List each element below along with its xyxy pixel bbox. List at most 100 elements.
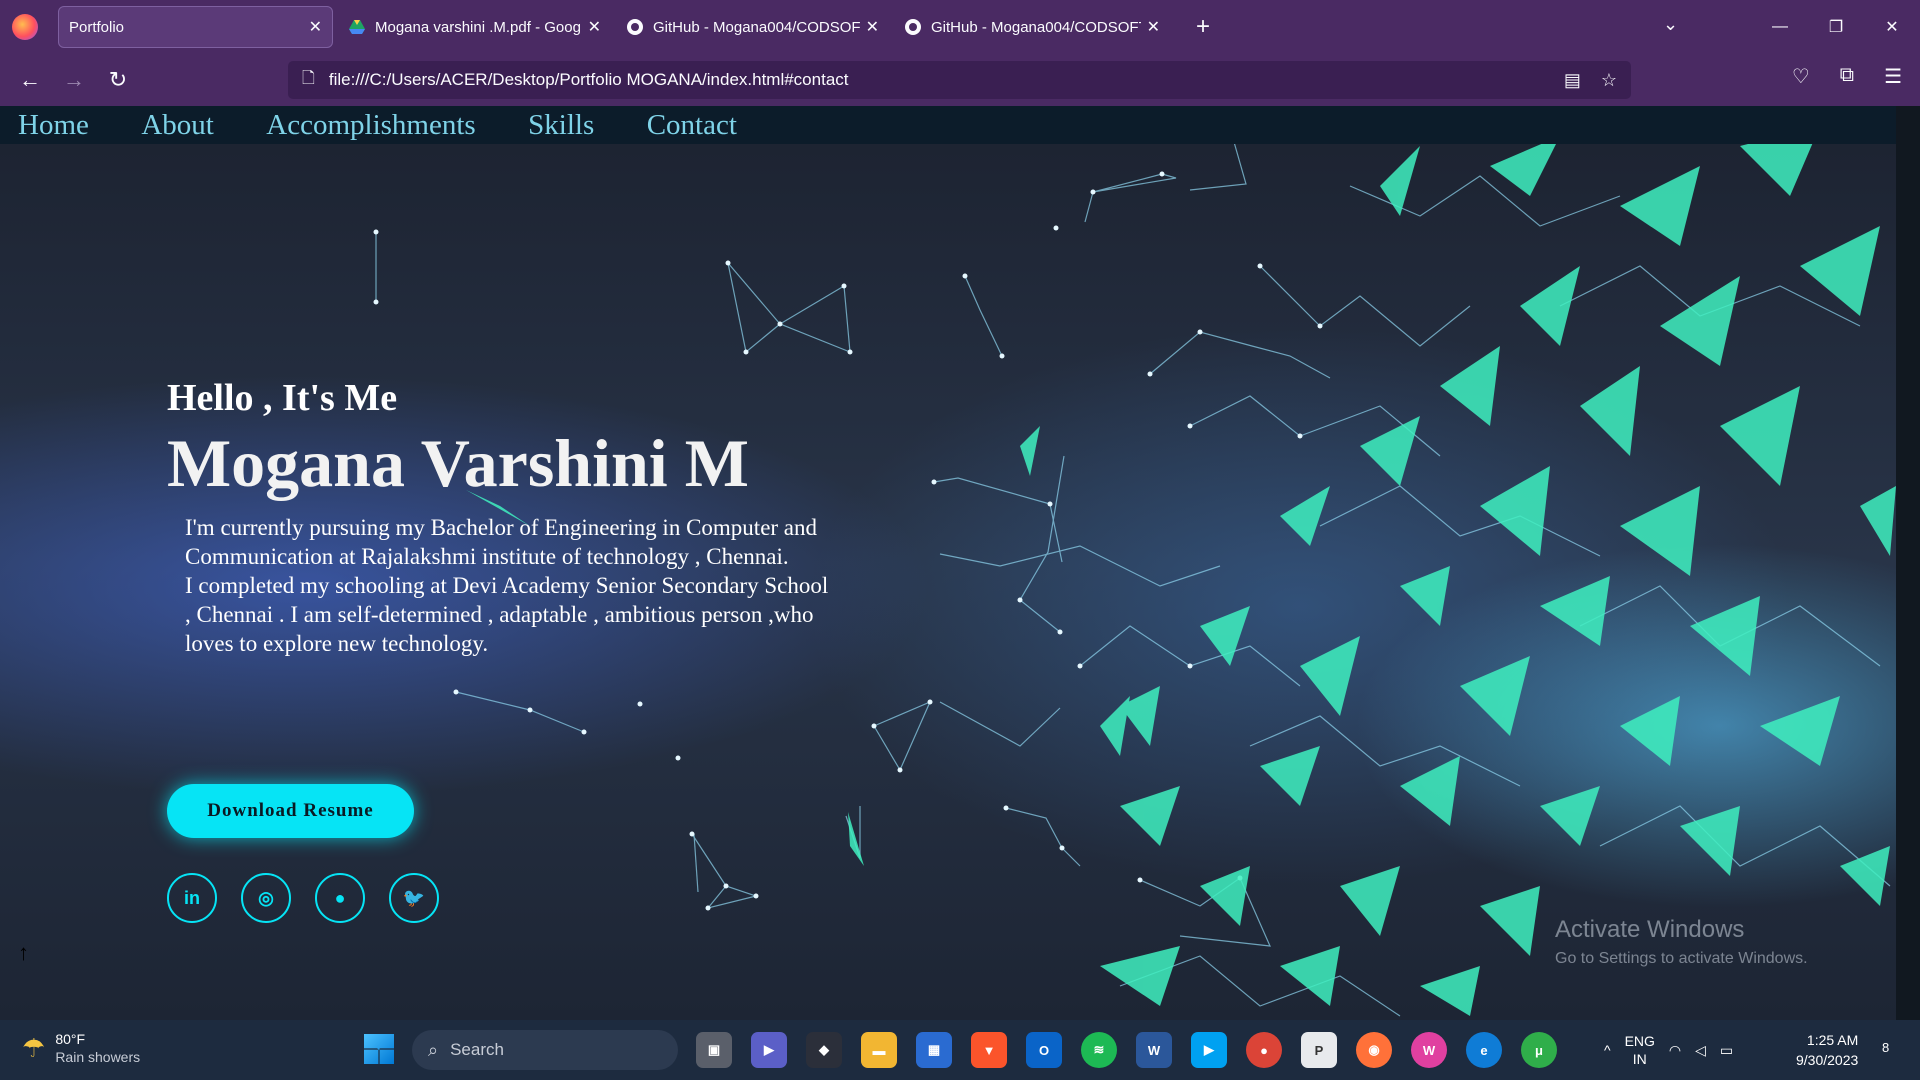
description-line: I completed my schooling at Devi Academy… bbox=[185, 573, 829, 598]
firefox-taskbar-icon[interactable]: ◉ bbox=[1356, 1032, 1392, 1068]
rain-cloud-icon: ☂ bbox=[22, 1032, 46, 1063]
lang-code: ENG bbox=[1624, 1033, 1655, 1049]
chevron-down-icon[interactable]: ⌄ bbox=[1663, 14, 1678, 35]
github-icon[interactable]: ● bbox=[315, 873, 365, 923]
utorrent-icon[interactable]: μ bbox=[1521, 1032, 1557, 1068]
reader-view-icon[interactable]: ▤ bbox=[1564, 70, 1581, 91]
close-tab-icon[interactable]: ✕ bbox=[1147, 17, 1160, 37]
forward-arrow-icon[interactable]: → bbox=[52, 58, 96, 102]
twitter-icon[interactable]: 🐦 bbox=[389, 873, 439, 923]
tab-title: GitHub - Mogana004/CODSOFT bbox=[653, 18, 860, 36]
minimize-icon[interactable]: — bbox=[1752, 0, 1808, 54]
social-links: in ◎ ● 🐦 bbox=[167, 873, 439, 923]
volume-icon[interactable]: ◁ bbox=[1695, 1042, 1706, 1059]
tab-title: Portfolio bbox=[69, 18, 125, 36]
spotify-icon[interactable]: ≋ bbox=[1081, 1032, 1117, 1068]
activate-windows-watermark: Activate Windows Go to Settings to activ… bbox=[1555, 916, 1808, 968]
linkedin-icon[interactable]: in bbox=[167, 873, 217, 923]
edge-icon[interactable]: e bbox=[1466, 1032, 1502, 1068]
back-to-top-icon[interactable]: ↑ bbox=[18, 940, 29, 966]
system-tray: ^ ENG IN ◠ ◁ ▭ bbox=[1604, 1032, 1733, 1068]
language-indicator[interactable]: ENG IN bbox=[1625, 1032, 1655, 1068]
pocket-icon[interactable]: ♡ bbox=[1792, 64, 1810, 89]
download-resume-button[interactable]: Download Resume bbox=[167, 784, 414, 838]
nav-link-accomplishments[interactable]: Accomplishments bbox=[266, 109, 475, 141]
new-tab-icon[interactable]: + bbox=[1196, 13, 1210, 41]
windows-taskbar: ☂ 80°F Rain showers ⌕ Search ▣ ▶ ◆ ▬ ▦ ▼… bbox=[0, 1020, 1920, 1080]
outlook-icon[interactable]: O bbox=[1026, 1032, 1062, 1068]
window-controls: — ❐ ✕ bbox=[1752, 0, 1920, 54]
notification-badge[interactable]: 8 bbox=[1882, 1040, 1889, 1055]
browser-tab-bar: Portfolio ✕ Mogana varshini .M.pdf - Goo… bbox=[0, 0, 1920, 54]
search-placeholder: Search bbox=[450, 1040, 504, 1059]
chevron-up-icon[interactable]: ^ bbox=[1604, 1042, 1611, 1058]
github-icon bbox=[627, 19, 643, 35]
windows-start-icon[interactable] bbox=[364, 1034, 394, 1064]
nav-link-home[interactable]: Home bbox=[18, 109, 89, 141]
chrome-icon[interactable]: ● bbox=[1246, 1032, 1282, 1068]
close-tab-icon[interactable]: ✕ bbox=[866, 17, 879, 37]
url-text[interactable]: file:///C:/Users/ACER/Desktop/Portfolio … bbox=[329, 70, 849, 90]
watermark-subtitle: Go to Settings to activate Windows. bbox=[1555, 950, 1808, 967]
google-drive-icon bbox=[349, 19, 365, 35]
page-icon: 🗋 bbox=[302, 69, 315, 87]
firefox-icon[interactable] bbox=[12, 14, 38, 40]
battery-icon[interactable]: ▭ bbox=[1720, 1042, 1733, 1059]
taskbar-clock[interactable]: 1:25 AM 9/30/2023 bbox=[1796, 1030, 1858, 1070]
region-code: IN bbox=[1632, 1051, 1647, 1067]
clock-date: 9/30/2023 bbox=[1796, 1052, 1859, 1068]
description-line: loves to explore new technology. bbox=[185, 631, 489, 656]
web-page: Home About Accomplishments Skills Contac… bbox=[0, 106, 1896, 1020]
clock-time: 1:25 AM bbox=[1806, 1032, 1859, 1048]
tab-title: Mogana varshini .M.pdf - Goog bbox=[375, 18, 581, 36]
file-explorer-icon[interactable]: ▬ bbox=[861, 1032, 897, 1068]
close-tab-icon[interactable]: ✕ bbox=[588, 17, 601, 37]
description-line: Communication at Rajalakshmi institute o… bbox=[185, 544, 789, 569]
weather-temp: 80°F bbox=[55, 1031, 86, 1047]
reload-icon[interactable]: ↻ bbox=[96, 58, 140, 102]
hero-description: I'm currently pursuing my Bachelor of En… bbox=[185, 513, 905, 658]
brave-icon[interactable]: ▼ bbox=[971, 1032, 1007, 1068]
tab-portfolio[interactable]: Portfolio ✕ bbox=[58, 6, 333, 48]
close-window-icon[interactable]: ✕ bbox=[1864, 0, 1920, 54]
tab-github-1[interactable]: GitHub - Mogana004/CODSOFT ✕ bbox=[617, 6, 889, 48]
close-tab-icon[interactable]: ✕ bbox=[309, 17, 322, 37]
app-icon[interactable]: ◆ bbox=[806, 1032, 842, 1068]
extensions-icon[interactable]: ⧉ bbox=[1840, 64, 1854, 89]
wifi-icon[interactable]: ◠ bbox=[1669, 1042, 1681, 1059]
watermark-title: Activate Windows bbox=[1555, 916, 1745, 943]
word-icon[interactable]: W bbox=[1136, 1032, 1172, 1068]
back-arrow-icon[interactable]: ← bbox=[8, 58, 52, 102]
site-nav: Home About Accomplishments Skills Contac… bbox=[0, 109, 767, 142]
tab-github-2[interactable]: GitHub - Mogana004/CODSOFT ✕ bbox=[895, 6, 1170, 48]
description-line: I'm currently pursuing my Bachelor of En… bbox=[185, 515, 818, 540]
instagram-icon[interactable]: ◎ bbox=[241, 873, 291, 923]
nav-link-about[interactable]: About bbox=[141, 109, 214, 141]
wps-icon[interactable]: W bbox=[1411, 1032, 1447, 1068]
github-icon bbox=[905, 19, 921, 35]
taskbar-search[interactable]: ⌕ Search bbox=[412, 1030, 678, 1070]
teams-icon[interactable]: ▶ bbox=[751, 1032, 787, 1068]
restore-icon[interactable]: ❐ bbox=[1808, 0, 1864, 54]
browser-nav-bar: ← → ↻ 🗋 file:///C:/Users/ACER/Desktop/Po… bbox=[0, 54, 1920, 106]
menu-icon[interactable]: ☰ bbox=[1884, 64, 1902, 89]
google-meet-icon[interactable]: ▶ bbox=[1191, 1032, 1227, 1068]
hero-greeting: Hello , It's Me bbox=[167, 377, 398, 419]
nav-link-contact[interactable]: Contact bbox=[647, 109, 737, 141]
tab-title: GitHub - Mogana004/CODSOFT bbox=[931, 18, 1141, 36]
task-view-icon[interactable]: ▣ bbox=[696, 1032, 732, 1068]
url-bar[interactable]: 🗋 file:///C:/Users/ACER/Desktop/Portfoli… bbox=[288, 61, 1631, 99]
hero-name: Mogana Varshini M bbox=[167, 425, 749, 501]
microsoft-store-icon[interactable]: ▦ bbox=[916, 1032, 952, 1068]
site-header: Home About Accomplishments Skills Contac… bbox=[0, 106, 1896, 144]
weather-widget[interactable]: ☂ 80°F Rain showers bbox=[22, 1030, 140, 1066]
description-line: , Chennai . I am self-determined , adapt… bbox=[185, 602, 814, 627]
nav-link-skills[interactable]: Skills bbox=[528, 109, 594, 141]
hero-section: Hello , It's Me Mogana Varshini M I'm cu… bbox=[167, 376, 907, 923]
bookmark-star-icon[interactable]: ☆ bbox=[1601, 70, 1617, 91]
page-scrollbar[interactable] bbox=[1896, 106, 1920, 1020]
taskbar-apps: ▣ ▶ ◆ ▬ ▦ ▼ O ≋ W ▶ ● P ◉ W e μ bbox=[696, 1032, 1557, 1068]
pdf-reader-icon[interactable]: P bbox=[1301, 1032, 1337, 1068]
tab-google-drive[interactable]: Mogana varshini .M.pdf - Goog ✕ bbox=[339, 6, 611, 48]
search-icon: ⌕ bbox=[428, 1039, 439, 1060]
